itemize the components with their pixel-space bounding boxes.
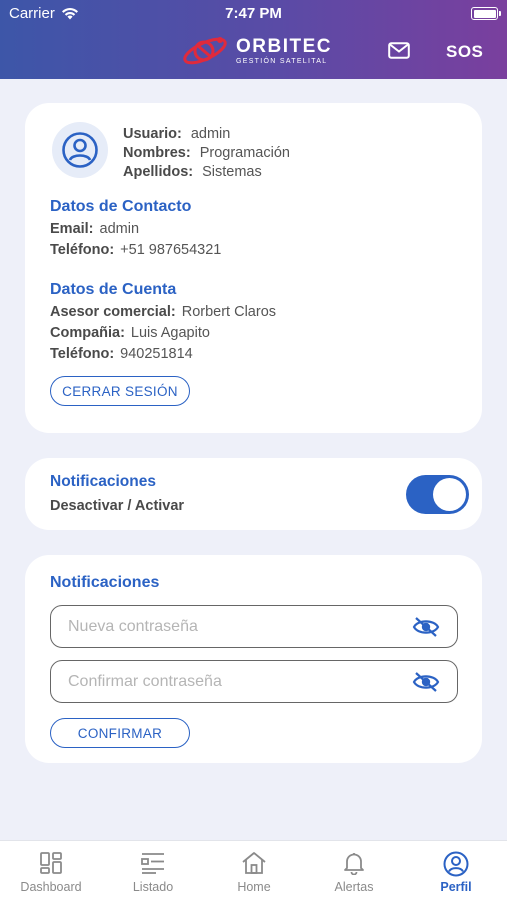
confirm-password-input[interactable] [68,661,388,702]
app-header: Carrier 7:47 PM ORBITEC GESTIÓN SATELITA… [0,0,507,79]
advisor-row: Asesor comercial: Rorbert Claros [50,304,277,320]
tab-label: Listado [132,880,174,894]
new-password-input[interactable] [68,606,388,647]
orbitec-logo: ORBITEC GESTIÓN SATELITAL [180,32,332,70]
notifications-subtitle: Desactivar / Activar [50,498,185,514]
surnames-row: Apellidos: Sistemas [123,164,262,180]
company-row: Compañia: Luis Agapito [50,325,210,341]
account-section-title: Datos de Cuenta [50,281,177,298]
user-info: Usuario: admin Nombres: Programación Apell… [123,125,290,182]
sos-button[interactable]: SOS [446,42,483,62]
mail-button[interactable] [388,42,410,64]
tab-dashboard[interactable]: Dashboard [11,851,91,894]
password-card: Notificaciones CONFIRMAR [25,555,482,763]
tab-home[interactable]: Home [214,851,294,894]
tab-label: Home [237,880,271,894]
bottom-tab-bar: Dashboard Listado Home Alertas Perfil [0,840,507,900]
email-row: Email: admin [50,221,140,237]
mail-icon [388,42,410,59]
home-icon [242,852,266,874]
password-section-title: Notificaciones [50,574,160,591]
contact-info: Email: admin Teléfono: +51 987654321 [50,219,221,261]
logout-button[interactable]: CERRAR SESIÓN [50,376,190,406]
battery-icon [471,7,501,20]
dashboard-icon [40,852,62,874]
eye-slash-icon[interactable] [412,616,440,638]
contact-phone-row: Teléfono: +51 987654321 [50,242,222,258]
confirm-password-field [50,660,458,703]
notifications-title: Notificaciones [50,473,156,490]
eye-slash-icon[interactable] [412,671,440,693]
notifications-card: Notificaciones Desactivar / Activar [25,458,482,530]
account-info: Asesor comercial: Rorbert Claros Compañia… [50,302,276,365]
tab-alertas[interactable]: Alertas [314,851,394,894]
confirm-button[interactable]: CONFIRMAR [50,718,190,748]
new-password-field [50,605,458,648]
tab-perfil[interactable]: Perfil [416,851,496,894]
user-row: Usuario: admin [123,126,231,142]
bell-icon [344,853,364,875]
user-circle-icon [443,851,469,877]
profile-card: Usuario: admin Nombres: Programación Apell… [25,103,482,433]
tab-label: Perfil [440,880,472,894]
brand-subtitle: GESTIÓN SATELITAL [236,58,328,65]
user-circle-icon [62,132,98,168]
contact-section-title: Datos de Contacto [50,198,192,215]
avatar [52,122,108,178]
list-icon [141,853,164,874]
names-row: Nombres: Programación [123,145,290,161]
tab-label: Alertas [334,880,374,894]
satellite-logo-icon [183,37,227,65]
status-bar: Carrier 7:47 PM [0,0,507,28]
tab-listado[interactable]: Listado [113,851,193,894]
toggle-knob [433,478,466,511]
account-phone-row: Teléfono: 940251814 [50,346,193,362]
brand-name: ORBITEC [236,36,332,57]
tab-label: Dashboard [20,880,82,894]
notifications-toggle[interactable] [406,475,469,514]
status-time: 7:47 PM [225,5,282,22]
